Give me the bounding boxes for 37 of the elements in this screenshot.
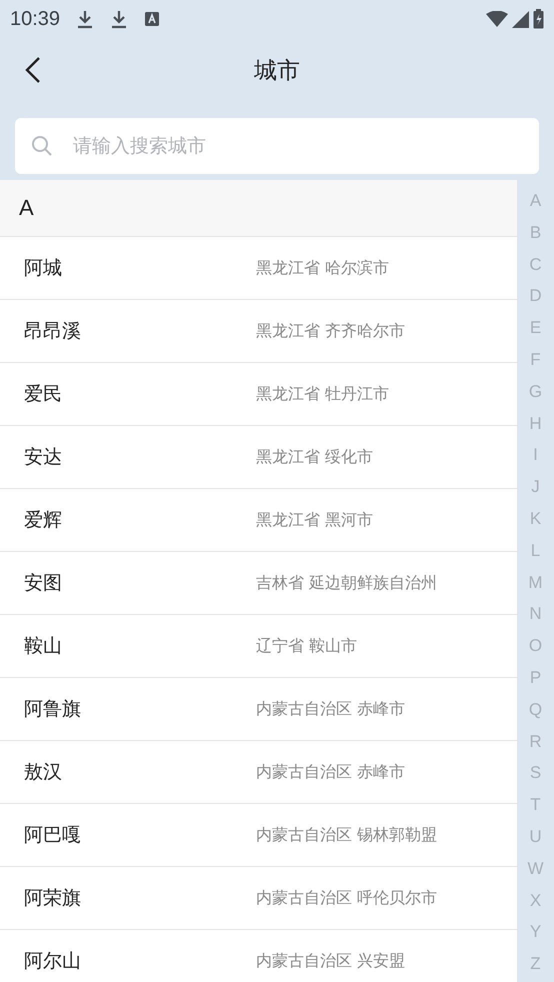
index-letter[interactable]: C — [529, 248, 542, 280]
index-letter[interactable]: G — [528, 376, 542, 408]
download-icon — [110, 9, 128, 29]
index-letter[interactable]: I — [533, 439, 538, 472]
signal-icon — [512, 10, 529, 28]
index-letter[interactable]: K — [530, 502, 542, 535]
search-icon — [31, 135, 53, 157]
battery-icon — [533, 9, 544, 29]
index-letter[interactable]: O — [528, 630, 542, 662]
back-icon[interactable] — [25, 56, 41, 84]
wifi-icon — [486, 11, 508, 27]
index-letter[interactable]: X — [530, 884, 542, 916]
index-letter[interactable]: S — [530, 757, 542, 790]
search-field[interactable]: 请输入搜索城市 — [15, 118, 539, 174]
index-letter[interactable]: Z — [530, 948, 541, 980]
index-letter[interactable]: W — [527, 852, 544, 885]
index-letter[interactable]: A — [530, 185, 542, 217]
page-title: 城市 — [254, 56, 300, 86]
index-letter[interactable]: E — [530, 312, 542, 344]
index-letter[interactable]: Y — [530, 916, 542, 948]
notification-icon — [144, 11, 160, 27]
index-letter[interactable]: N — [529, 598, 542, 630]
section-header: A — [0, 180, 517, 237]
index-letter[interactable]: B — [530, 216, 542, 249]
index-letter[interactable]: P — [530, 662, 542, 694]
index-letter[interactable]: M — [528, 566, 543, 598]
index-letter[interactable]: J — [531, 471, 540, 503]
index-letter[interactable]: Q — [528, 694, 542, 726]
status-time: 10:39 — [10, 8, 60, 30]
index-letter[interactable]: D — [529, 280, 542, 312]
index-letter[interactable]: R — [529, 726, 542, 758]
index-letter[interactable]: U — [529, 820, 542, 853]
download-icon — [76, 9, 94, 29]
index-letter[interactable]: L — [530, 534, 540, 567]
index-letter[interactable]: H — [529, 408, 542, 440]
index-letter[interactable]: T — [530, 789, 541, 821]
index-letter[interactable]: F — [530, 344, 541, 376]
